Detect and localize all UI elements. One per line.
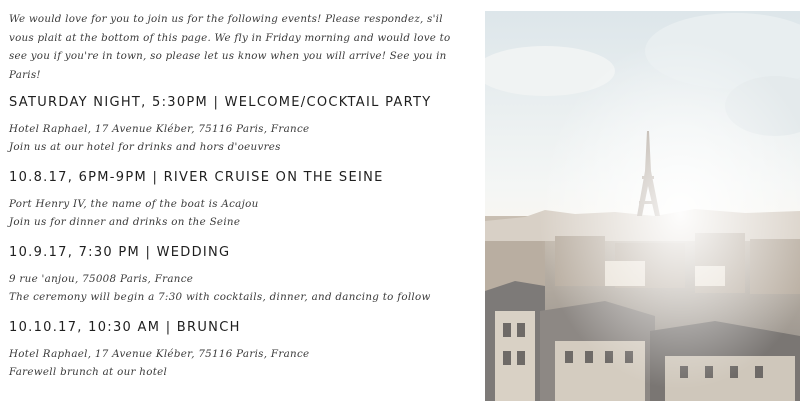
event-description: Farewell brunch at our hotel: [9, 366, 168, 378]
event-heading: 10.8.17, 6PM-9PM | RIVER CRUISE ON THE S…: [9, 170, 384, 185]
event-schedule: We would love for you to join us for the…: [0, 0, 470, 401]
event-location: Port Henry IV, the name of the boat is A…: [9, 198, 259, 210]
event-heading: 10.9.17, 7:30 PM | WEDDING: [9, 245, 231, 260]
intro-text: We would love for you to join us for the…: [9, 13, 451, 81]
event-location: Hotel Raphael, 17 Avenue Kléber, 75116 P…: [9, 123, 310, 135]
event-location: 9 rue 'anjou, 75008 Paris, France: [9, 273, 194, 285]
event-description: Join us at our hotel for drinks and hors…: [9, 141, 281, 153]
event-heading: 10.10.17, 10:30 AM | BRUNCH: [9, 320, 241, 335]
event-heading: SATURDAY NIGHT, 5:30PM | WELCOME/COCKTAI…: [9, 95, 432, 110]
paris-skyline-photo: [485, 11, 800, 401]
event-river-cruise: 10.8.17, 6PM-9PM | RIVER CRUISE ON THE S…: [9, 170, 464, 231]
event-brunch: 10.10.17, 10:30 AM | BRUNCH Hotel Raphae…: [9, 320, 464, 381]
event-welcome-party: SATURDAY NIGHT, 5:30PM | WELCOME/COCKTAI…: [9, 95, 464, 156]
event-description: Join us for dinner and drinks on the Sei…: [9, 216, 241, 228]
event-location: Hotel Raphael, 17 Avenue Kléber, 75116 P…: [9, 348, 310, 360]
event-wedding: 10.9.17, 7:30 PM | WEDDING 9 rue 'anjou,…: [9, 245, 464, 306]
event-description: The ceremony will begin a 7:30 with cock…: [9, 291, 431, 303]
